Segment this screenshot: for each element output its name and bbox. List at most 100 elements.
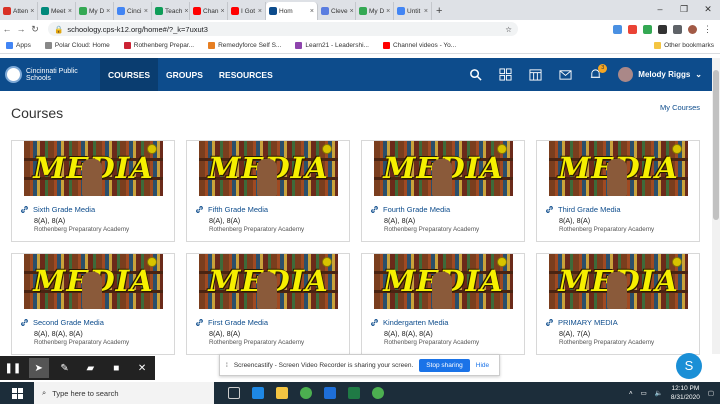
outlook-icon[interactable] [324, 387, 336, 399]
taskbar-search[interactable]: ⌕ Type here to search [34, 382, 214, 404]
camera-icon[interactable]: ■ [106, 358, 126, 378]
chevron-up-icon[interactable]: ˄ [629, 390, 633, 397]
task-view-icon[interactable] [228, 387, 240, 399]
course-image[interactable]: MEDIA [374, 141, 513, 196]
url-bar[interactable]: 🔒 schoology.cps-k12.org/home#/?_k=7uxut3… [48, 22, 518, 36]
close-tab-icon[interactable]: × [68, 8, 72, 15]
extension-icon[interactable] [673, 24, 682, 34]
hide-button[interactable]: Hide [476, 362, 489, 369]
browser-tab[interactable]: Meet × [38, 2, 76, 20]
notifications-icon[interactable]: 3 [588, 63, 608, 82]
scrollbar[interactable] [712, 58, 720, 354]
bookmark[interactable]: Learn21 - Leadershi... [295, 42, 369, 49]
close-tab-icon[interactable]: × [144, 8, 148, 15]
close-tab-icon[interactable]: × [258, 8, 262, 15]
extension-icon[interactable] [628, 24, 637, 34]
mail-icon[interactable] [558, 68, 572, 82]
excel-icon[interactable] [348, 387, 360, 399]
course-title[interactable]: Second Grade Media [20, 318, 104, 327]
close-tab-icon[interactable]: × [30, 8, 34, 15]
course-image[interactable]: MEDIA [199, 141, 338, 196]
bookmark[interactable]: Remedyforce Self S... [208, 42, 281, 49]
extension-icon[interactable] [613, 24, 622, 34]
nav-courses[interactable]: COURSES [100, 58, 159, 91]
profile-avatar[interactable] [688, 24, 697, 34]
nav-resources[interactable]: RESOURCES [211, 58, 281, 91]
course-card[interactable]: MEDIA Kindergarten Media 8(A), 8(A), 8(A)R… [361, 253, 525, 355]
course-card[interactable]: MEDIA Fourth Grade Media 8(A), 8(A)Rothenb… [361, 140, 525, 242]
course-card[interactable]: MEDIA Second Grade Media 8(A), 8(A), 8(A)R… [11, 253, 175, 355]
volume-icon[interactable]: 🔈 [655, 389, 663, 397]
course-card[interactable]: MEDIA First Grade Media 8(A), 8(A)Rothenbe… [186, 253, 350, 355]
nav-groups[interactable]: GROUPS [158, 58, 211, 91]
close-tab-icon[interactable]: × [184, 8, 188, 15]
course-image[interactable]: MEDIA [549, 141, 688, 196]
course-card[interactable]: MEDIA Sixth Grade Media 8(A), 8(A)Rothenbe… [11, 140, 175, 242]
chrome-icon[interactable] [300, 387, 312, 399]
course-card[interactable]: MEDIA PRIMARY MEDIA 8(A), 7(A)Rothenberg P… [536, 253, 700, 355]
network-icon[interactable]: ▭ [641, 389, 647, 397]
course-image[interactable]: MEDIA [199, 254, 338, 309]
pen-icon[interactable]: ✎ [55, 358, 75, 378]
course-title[interactable]: Fifth Grade Media [195, 205, 268, 214]
chrome-icon[interactable] [372, 387, 384, 399]
browser-tab[interactable]: Cleve × [318, 2, 356, 20]
course-title[interactable]: First Grade Media [195, 318, 268, 327]
browser-tab[interactable]: I Got × [228, 2, 266, 20]
browser-tab[interactable]: Hom × [266, 2, 318, 20]
forward-icon[interactable]: → [14, 24, 28, 34]
maximize-icon[interactable]: ❐ [672, 0, 696, 18]
close-tab-icon[interactable]: × [350, 8, 354, 15]
menu-dots-icon[interactable]: ⋮ [703, 24, 712, 35]
extension-icon[interactable] [643, 24, 652, 34]
close-tab-icon[interactable]: × [221, 8, 225, 15]
close-tab-icon[interactable]: × [386, 8, 390, 15]
windows-start-icon[interactable] [0, 387, 34, 399]
star-icon[interactable]: ☆ [505, 25, 512, 34]
extension-icon[interactable] [658, 24, 667, 34]
bookmark[interactable]: Channel videos - Yo... [382, 42, 456, 49]
course-title[interactable]: Kindergarten Media [370, 318, 448, 327]
bookmark[interactable]: Apps [6, 42, 31, 49]
close-icon[interactable]: ✕ [132, 358, 152, 378]
clock[interactable]: 12:10 PM 8/31/2020 [671, 384, 700, 402]
scrollbar-thumb[interactable] [713, 70, 719, 220]
browser-tab[interactable]: Atten × [0, 2, 38, 20]
browser-tab[interactable]: Chan × [190, 2, 228, 20]
course-image[interactable]: MEDIA [24, 141, 163, 196]
stop-sharing-button[interactable]: Stop sharing [419, 358, 470, 372]
drag-handle-icon[interactable]: ⁞ [226, 362, 228, 369]
close-tab-icon[interactable]: × [106, 8, 110, 15]
browser-tab[interactable]: Cinci × [114, 2, 152, 20]
highlighter-icon[interactable]: ▰ [80, 358, 100, 378]
browser-tab[interactable]: Teach × [152, 2, 190, 20]
minimize-icon[interactable]: – [648, 0, 672, 18]
other-bookmarks[interactable]: Other bookmarks [654, 42, 720, 49]
file-explorer-icon[interactable] [276, 387, 288, 399]
bookmark[interactable]: Polar Cloud: Home [44, 42, 110, 49]
back-icon[interactable]: ← [0, 24, 14, 34]
search-icon[interactable] [468, 68, 482, 82]
course-image[interactable]: MEDIA [24, 254, 163, 309]
cursor-icon[interactable]: ➤ [28, 358, 49, 378]
close-tab-icon[interactable]: × [310, 8, 314, 15]
apps-grid-icon[interactable] [498, 68, 512, 82]
course-image[interactable]: MEDIA [374, 254, 513, 309]
calendar-icon[interactable] [528, 68, 542, 82]
browser-tab[interactable]: My D × [356, 2, 394, 20]
edge-icon[interactable] [252, 387, 264, 399]
bookmark[interactable]: Rothenberg Prepar... [123, 42, 194, 49]
course-title[interactable]: Sixth Grade Media [20, 205, 95, 214]
close-window-icon[interactable]: ✕ [696, 0, 720, 18]
course-card[interactable]: MEDIA Fifth Grade Media 8(A), 8(A)Rothenbe… [186, 140, 350, 242]
new-tab-button[interactable]: + [432, 2, 446, 20]
district-logo[interactable]: Cincinnati Public Schools [0, 66, 100, 83]
course-card[interactable]: MEDIA Third Grade Media 8(A), 8(A)Rothenbe… [536, 140, 700, 242]
course-image[interactable]: MEDIA [549, 254, 688, 309]
close-tab-icon[interactable]: × [424, 8, 428, 15]
help-fab[interactable]: S [676, 353, 702, 379]
course-title[interactable]: PRIMARY MEDIA [545, 318, 618, 327]
course-title[interactable]: Third Grade Media [545, 205, 621, 214]
user-menu[interactable]: Melody Riggs ⌄ [618, 67, 702, 82]
browser-tab[interactable]: My D × [76, 2, 114, 20]
